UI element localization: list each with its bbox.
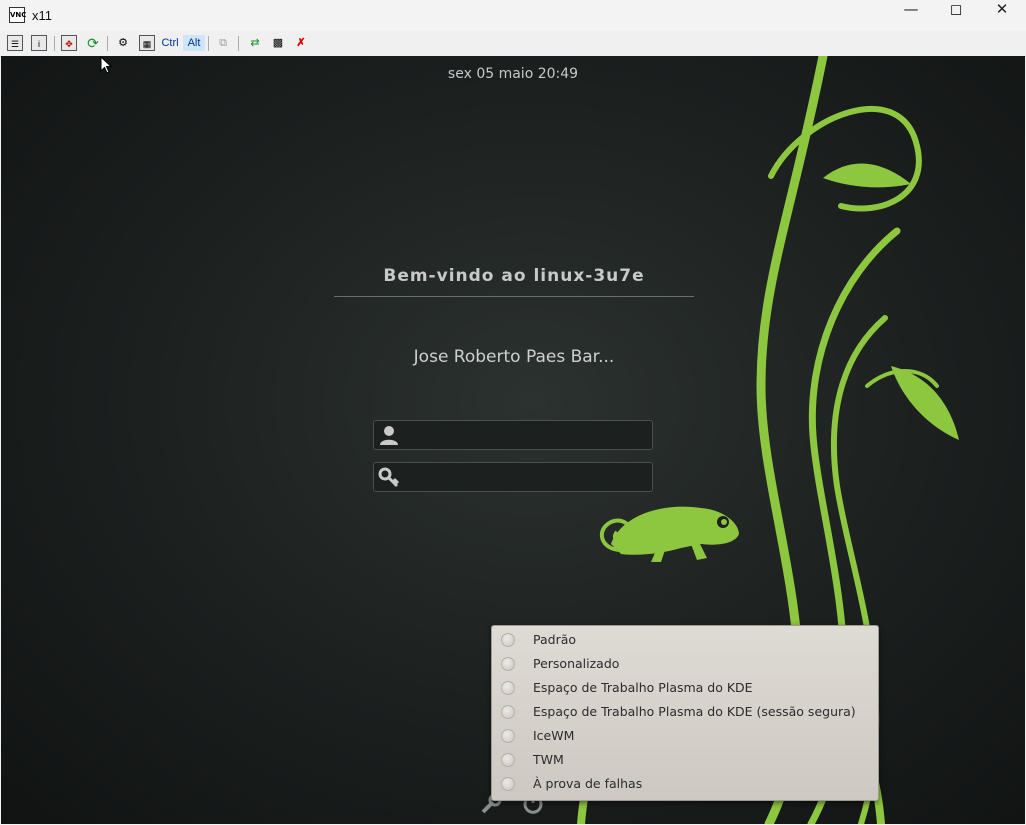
close-icon: ✕ — [995, 0, 1009, 18]
password-input[interactable] — [406, 466, 650, 490]
disconnect-icon[interactable]: ✗ — [293, 35, 309, 51]
maximize-icon: ◻ — [949, 0, 963, 18]
vnc-toolbar: ☰ i ✥ ⟳ ⚙ ▦ Ctrl Alt ⧉ ⇄ ▩ ✗ — [0, 31, 1026, 57]
user-icon — [380, 426, 398, 445]
minimize-icon: — — [903, 0, 919, 18]
session-option-plasma-safe[interactable]: Espaço de Trabalho Plasma do KDE (sessão… — [492, 701, 878, 725]
ctrl-alt-del-icon[interactable]: ⚙ — [114, 35, 132, 51]
save-icon[interactable]: ▩ — [270, 35, 286, 51]
session-option-personalizado[interactable]: Personalizado — [492, 653, 878, 677]
copy-clipboard-icon[interactable]: ⧉ — [215, 35, 231, 51]
selected-user-name[interactable]: Jose Roberto Paes Bar... — [334, 347, 694, 367]
mouse-pointer-icon — [100, 56, 112, 74]
fullscreen-icon[interactable]: ✥ — [61, 35, 77, 51]
session-option-label: Espaço de Trabalho Plasma do KDE (sessão… — [533, 704, 856, 719]
session-option-label: Espaço de Trabalho Plasma do KDE — [533, 680, 753, 695]
password-field[interactable] — [373, 462, 653, 492]
session-option-padrao[interactable]: Padrão — [492, 629, 878, 653]
session-menu: Padrão Personalizado Espaço de Trabalho … — [491, 625, 879, 801]
session-option-label: Personalizado — [533, 656, 620, 671]
session-option-failsafe[interactable]: À prova de falhas — [492, 773, 878, 797]
connection-info-icon[interactable]: i — [31, 35, 47, 51]
window-titlebar: VNC x11 — ◻ ✕ — [0, 0, 1026, 31]
radio-button[interactable] — [501, 657, 515, 671]
remote-desktop[interactable]: sex 05 maio 20:49 Bem-vindo ao linux-3u7… — [1, 56, 1025, 824]
maximize-button[interactable]: ◻ — [933, 0, 979, 31]
radio-button[interactable] — [501, 753, 515, 767]
special-keys-icon[interactable]: ▦ — [139, 35, 155, 51]
toolbar-separator — [54, 36, 55, 51]
ctrl-key-button[interactable]: Ctrl — [160, 35, 180, 51]
session-option-label: IceWM — [533, 728, 575, 743]
transfer-files-icon[interactable]: ⇄ — [246, 35, 264, 51]
clock: sex 05 maio 20:49 — [447, 66, 579, 82]
session-option-plasma[interactable]: Espaço de Trabalho Plasma do KDE — [492, 677, 878, 701]
toolbar-separator — [238, 36, 239, 51]
connection-options-icon[interactable]: ☰ — [7, 35, 23, 51]
vnc-app-icon: VNC — [9, 7, 26, 23]
refresh-icon[interactable]: ⟳ — [84, 35, 102, 51]
session-option-twm[interactable]: TWM — [492, 749, 878, 773]
alt-key-button[interactable]: Alt — [183, 35, 205, 51]
session-option-icewm[interactable]: IceWM — [492, 725, 878, 749]
session-option-label: TWM — [533, 752, 564, 767]
radio-button[interactable] — [501, 681, 515, 695]
radio-button[interactable] — [501, 729, 515, 743]
close-button[interactable]: ✕ — [979, 0, 1025, 31]
username-field[interactable] — [373, 420, 653, 450]
key-icon — [378, 467, 400, 488]
session-option-label: À prova de falhas — [533, 776, 643, 791]
toolbar-separator — [107, 36, 108, 51]
username-input[interactable] — [406, 424, 650, 448]
radio-button[interactable] — [501, 633, 515, 647]
session-option-label: Padrão — [533, 632, 577, 647]
minimize-button[interactable]: — — [888, 0, 934, 31]
welcome-heading: Bem-vindo ao linux-3u7e — [383, 266, 645, 286]
radio-button[interactable] — [501, 705, 515, 719]
toolbar-separator — [208, 36, 209, 51]
divider — [334, 296, 694, 297]
window-title: x11 — [32, 8, 52, 23]
radio-button[interactable] — [501, 777, 515, 791]
